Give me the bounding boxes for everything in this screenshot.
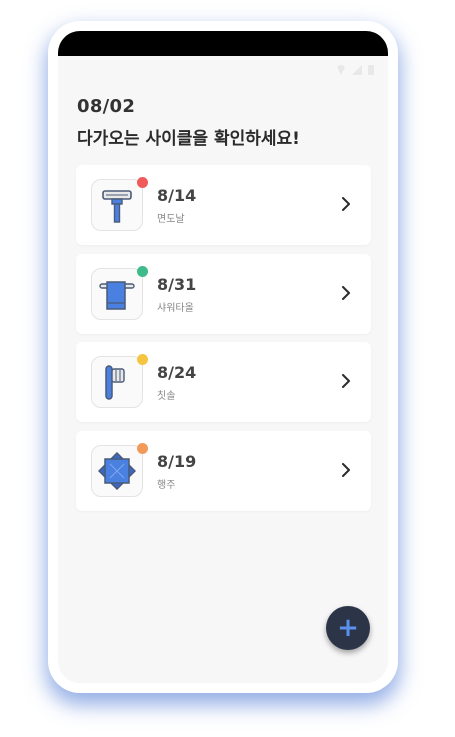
battery-icon [368,65,374,75]
item-label: 행주 [157,479,176,491]
status-bar [336,65,374,75]
cycle-list: 8/14 면도날 8/31 샤워타올 8/24 칫솔 8/19 행주 [76,165,371,519]
current-date: 08/02 [77,96,136,117]
app-screen: 08/02 다가오는 사이클을 확인하세요! 8/14 면도날 8/31 샤워타… [58,31,388,683]
wifi-icon [336,65,346,75]
item-label: 칫솔 [157,391,176,403]
item-date: 8/19 [157,451,197,471]
list-item-toothbrush[interactable]: 8/24 칫솔 [76,342,371,423]
page-title: 다가오는 사이클을 확인하세요! [77,129,300,149]
list-item-towel[interactable]: 8/31 샤워타올 [76,253,371,334]
item-icon-box [91,265,148,320]
list-item-dishcloth[interactable]: 8/19 행주 [76,430,371,511]
razor-icon [102,190,132,223]
list-item-razor[interactable]: 8/14 면도날 [76,165,371,245]
toothbrush-icon [105,365,125,400]
item-icon-box [91,442,148,497]
item-label: 면도날 [157,214,185,225]
item-icon-box [91,177,148,231]
status-dot [137,177,148,188]
chevron-right-icon[interactable] [341,374,351,389]
status-dot [137,265,148,277]
towel-icon [99,280,135,310]
notch-bar [58,31,388,56]
item-date: 8/24 [157,363,197,383]
chevron-right-icon[interactable] [341,197,351,211]
signal-icon [352,65,362,75]
item-date: 8/14 [157,186,197,205]
chevron-right-icon[interactable] [341,285,351,300]
status-dot [137,442,148,454]
dishcloth-icon [98,451,136,490]
phone-frame: 08/02 다가오는 사이클을 확인하세요! 8/14 면도날 8/31 샤워타… [48,21,398,693]
item-label: 샤워타올 [157,302,194,314]
item-icon-box [91,354,148,409]
chevron-right-icon[interactable] [341,462,351,477]
status-dot [137,354,148,366]
item-date: 8/31 [157,274,197,294]
add-item-button[interactable]: + [326,606,370,650]
